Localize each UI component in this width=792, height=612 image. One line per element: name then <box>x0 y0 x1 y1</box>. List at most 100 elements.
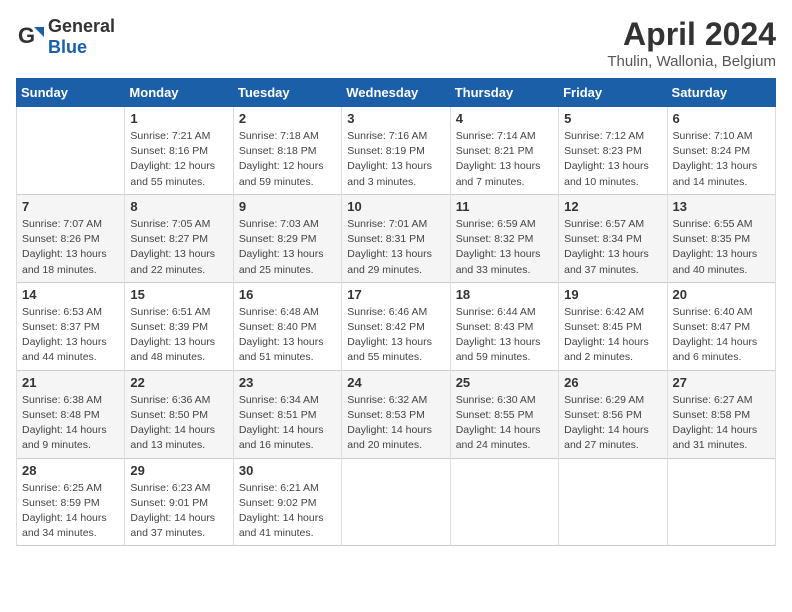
day-number: 12 <box>564 199 661 214</box>
header-cell-tuesday: Tuesday <box>233 79 341 107</box>
day-info: Sunrise: 6:40 AM Sunset: 8:47 PM Dayligh… <box>673 305 770 366</box>
day-info: Sunrise: 6:46 AM Sunset: 8:42 PM Dayligh… <box>347 305 444 366</box>
week-row-5: 28 Sunrise: 6:25 AM Sunset: 8:59 PM Dayli… <box>17 458 776 546</box>
day-info: Sunrise: 7:12 AM Sunset: 8:23 PM Dayligh… <box>564 129 661 190</box>
day-number: 23 <box>239 375 336 390</box>
week-row-4: 21 Sunrise: 6:38 AM Sunset: 8:48 PM Dayli… <box>17 370 776 458</box>
day-number: 8 <box>130 199 227 214</box>
header-cell-friday: Friday <box>559 79 667 107</box>
calendar-table: SundayMondayTuesdayWednesdayThursdayFrid… <box>16 78 776 546</box>
day-number: 30 <box>239 463 336 478</box>
day-number: 29 <box>130 463 227 478</box>
day-number: 13 <box>673 199 770 214</box>
day-number: 5 <box>564 111 661 126</box>
day-info: Sunrise: 6:42 AM Sunset: 8:45 PM Dayligh… <box>564 305 661 366</box>
calendar-cell: 16 Sunrise: 6:48 AM Sunset: 8:40 PM Dayli… <box>233 282 341 370</box>
day-number: 19 <box>564 287 661 302</box>
header-cell-saturday: Saturday <box>667 79 775 107</box>
day-info: Sunrise: 6:34 AM Sunset: 8:51 PM Dayligh… <box>239 393 336 454</box>
main-title: April 2024 <box>607 16 776 53</box>
svg-text:G: G <box>18 23 35 48</box>
calendar-cell: 29 Sunrise: 6:23 AM Sunset: 9:01 PM Dayli… <box>125 458 233 546</box>
week-row-2: 7Sunrise: 7:07 AM Sunset: 8:26 PM Daylig… <box>17 194 776 282</box>
calendar-cell: 12 Sunrise: 6:57 AM Sunset: 8:34 PM Dayli… <box>559 194 667 282</box>
calendar-cell: 11 Sunrise: 6:59 AM Sunset: 8:32 PM Dayli… <box>450 194 558 282</box>
subtitle: Thulin, Wallonia, Belgium <box>607 53 776 70</box>
day-number: 22 <box>130 375 227 390</box>
calendar-cell <box>559 458 667 546</box>
day-info: Sunrise: 6:23 AM Sunset: 9:01 PM Dayligh… <box>130 481 227 542</box>
week-row-3: 14Sunrise: 6:53 AM Sunset: 8:37 PM Dayli… <box>17 282 776 370</box>
calendar-cell: 2 Sunrise: 7:18 AM Sunset: 8:18 PM Daylig… <box>233 107 341 195</box>
day-info: Sunrise: 7:05 AM Sunset: 8:27 PM Dayligh… <box>130 217 227 278</box>
day-number: 3 <box>347 111 444 126</box>
day-info: Sunrise: 6:55 AM Sunset: 8:35 PM Dayligh… <box>673 217 770 278</box>
calendar-cell: 9Sunrise: 7:03 AM Sunset: 8:29 PM Daylig… <box>233 194 341 282</box>
day-info: Sunrise: 6:57 AM Sunset: 8:34 PM Dayligh… <box>564 217 661 278</box>
day-number: 9 <box>239 199 336 214</box>
calendar-cell: 7Sunrise: 7:07 AM Sunset: 8:26 PM Daylig… <box>17 194 125 282</box>
header-row: SundayMondayTuesdayWednesdayThursdayFrid… <box>17 79 776 107</box>
calendar-cell: 28 Sunrise: 6:25 AM Sunset: 8:59 PM Dayli… <box>17 458 125 546</box>
day-info: Sunrise: 7:18 AM Sunset: 8:18 PM Dayligh… <box>239 129 336 190</box>
day-info: Sunrise: 7:21 AM Sunset: 8:16 PM Dayligh… <box>130 129 227 190</box>
day-number: 6 <box>673 111 770 126</box>
day-info: Sunrise: 6:32 AM Sunset: 8:53 PM Dayligh… <box>347 393 444 454</box>
day-info: Sunrise: 6:51 AM Sunset: 8:39 PM Dayligh… <box>130 305 227 366</box>
calendar-cell: 6Sunrise: 7:10 AM Sunset: 8:24 PM Daylig… <box>667 107 775 195</box>
week-row-1: 1 Sunrise: 7:21 AM Sunset: 8:16 PM Daylig… <box>17 107 776 195</box>
calendar-cell: 27 Sunrise: 6:27 AM Sunset: 8:58 PM Dayli… <box>667 370 775 458</box>
calendar-cell: 17 Sunrise: 6:46 AM Sunset: 8:42 PM Dayli… <box>342 282 450 370</box>
day-number: 16 <box>239 287 336 302</box>
calendar-cell: 30Sunrise: 6:21 AM Sunset: 9:02 PM Dayli… <box>233 458 341 546</box>
day-number: 26 <box>564 375 661 390</box>
day-number: 4 <box>456 111 553 126</box>
calendar-cell: 14Sunrise: 6:53 AM Sunset: 8:37 PM Dayli… <box>17 282 125 370</box>
calendar-cell: 23 Sunrise: 6:34 AM Sunset: 8:51 PM Dayli… <box>233 370 341 458</box>
calendar-cell: 15 Sunrise: 6:51 AM Sunset: 8:39 PM Dayli… <box>125 282 233 370</box>
day-number: 2 <box>239 111 336 126</box>
logo-icon: G <box>16 23 44 51</box>
calendar-cell: 10Sunrise: 7:01 AM Sunset: 8:31 PM Dayli… <box>342 194 450 282</box>
day-info: Sunrise: 6:25 AM Sunset: 8:59 PM Dayligh… <box>22 481 119 542</box>
calendar-cell: 20Sunrise: 6:40 AM Sunset: 8:47 PM Dayli… <box>667 282 775 370</box>
calendar-cell: 13 Sunrise: 6:55 AM Sunset: 8:35 PM Dayli… <box>667 194 775 282</box>
day-number: 11 <box>456 199 553 214</box>
header-cell-thursday: Thursday <box>450 79 558 107</box>
calendar-cell: 25 Sunrise: 6:30 AM Sunset: 8:55 PM Dayli… <box>450 370 558 458</box>
day-info: Sunrise: 7:16 AM Sunset: 8:19 PM Dayligh… <box>347 129 444 190</box>
day-info: Sunrise: 6:44 AM Sunset: 8:43 PM Dayligh… <box>456 305 553 366</box>
calendar-cell <box>17 107 125 195</box>
day-info: Sunrise: 7:01 AM Sunset: 8:31 PM Dayligh… <box>347 217 444 278</box>
day-info: Sunrise: 6:36 AM Sunset: 8:50 PM Dayligh… <box>130 393 227 454</box>
calendar-cell <box>450 458 558 546</box>
day-info: Sunrise: 6:53 AM Sunset: 8:37 PM Dayligh… <box>22 305 119 366</box>
header-cell-sunday: Sunday <box>17 79 125 107</box>
title-section: April 2024 Thulin, Wallonia, Belgium <box>607 16 776 70</box>
day-info: Sunrise: 6:27 AM Sunset: 8:58 PM Dayligh… <box>673 393 770 454</box>
calendar-cell: 3 Sunrise: 7:16 AM Sunset: 8:19 PM Daylig… <box>342 107 450 195</box>
day-number: 17 <box>347 287 444 302</box>
day-number: 27 <box>673 375 770 390</box>
day-info: Sunrise: 6:48 AM Sunset: 8:40 PM Dayligh… <box>239 305 336 366</box>
calendar-cell: 4 Sunrise: 7:14 AM Sunset: 8:21 PM Daylig… <box>450 107 558 195</box>
day-info: Sunrise: 6:59 AM Sunset: 8:32 PM Dayligh… <box>456 217 553 278</box>
day-number: 24 <box>347 375 444 390</box>
day-number: 21 <box>22 375 119 390</box>
logo: G General Blue <box>16 16 115 58</box>
day-info: Sunrise: 6:38 AM Sunset: 8:48 PM Dayligh… <box>22 393 119 454</box>
calendar-cell <box>342 458 450 546</box>
day-number: 25 <box>456 375 553 390</box>
header-cell-wednesday: Wednesday <box>342 79 450 107</box>
day-number: 1 <box>130 111 227 126</box>
day-number: 15 <box>130 287 227 302</box>
day-info: Sunrise: 6:29 AM Sunset: 8:56 PM Dayligh… <box>564 393 661 454</box>
calendar-cell <box>667 458 775 546</box>
calendar-header: SundayMondayTuesdayWednesdayThursdayFrid… <box>17 79 776 107</box>
calendar-cell: 19 Sunrise: 6:42 AM Sunset: 8:45 PM Dayli… <box>559 282 667 370</box>
calendar-cell: 24 Sunrise: 6:32 AM Sunset: 8:53 PM Dayli… <box>342 370 450 458</box>
day-info: Sunrise: 7:14 AM Sunset: 8:21 PM Dayligh… <box>456 129 553 190</box>
calendar-cell: 8 Sunrise: 7:05 AM Sunset: 8:27 PM Daylig… <box>125 194 233 282</box>
day-info: Sunrise: 6:30 AM Sunset: 8:55 PM Dayligh… <box>456 393 553 454</box>
day-number: 28 <box>22 463 119 478</box>
